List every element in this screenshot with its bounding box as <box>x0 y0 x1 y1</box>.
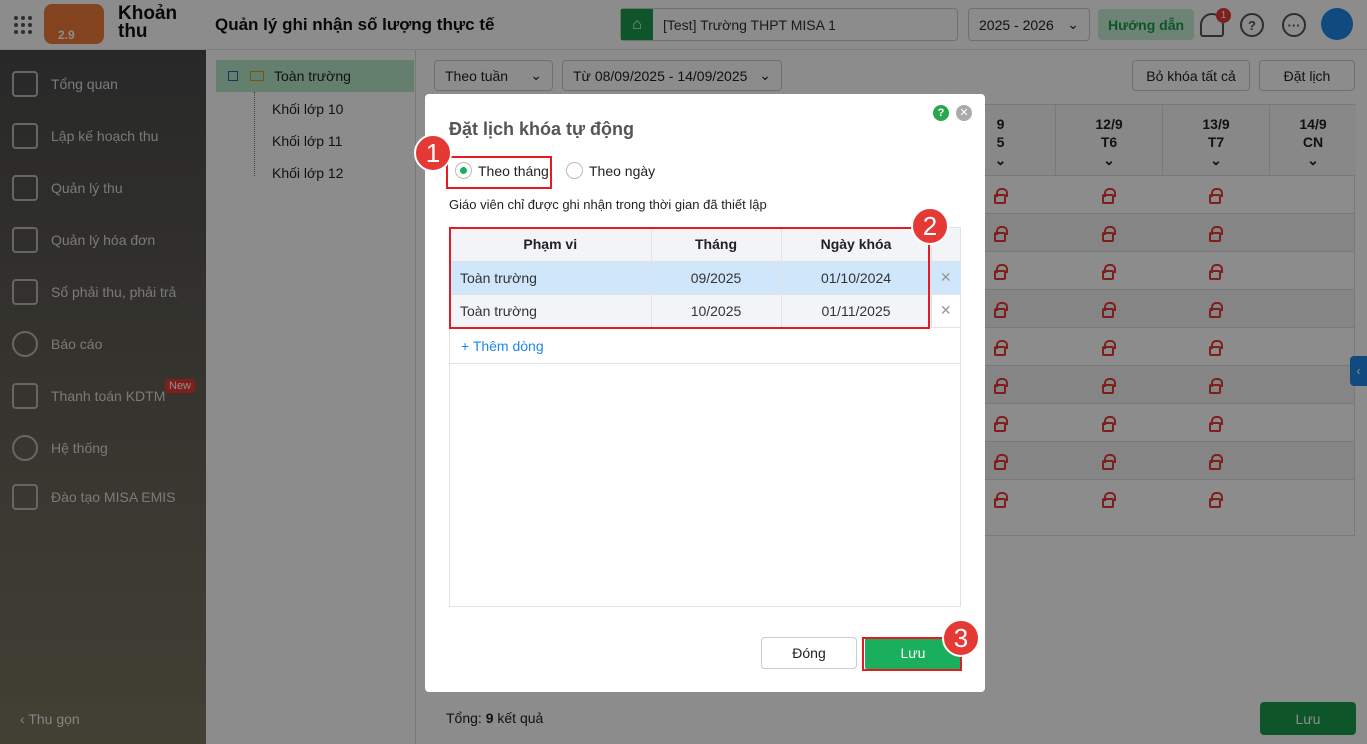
delete-row-icon[interactable]: ✕ <box>931 261 960 295</box>
step-marker-1: 1 <box>414 134 452 172</box>
help-icon[interactable]: ? <box>933 105 949 121</box>
radio-by-day[interactable]: Theo ngày <box>566 162 655 179</box>
step-marker-3: 3 <box>942 619 980 657</box>
step-marker-2: 2 <box>911 207 949 245</box>
highlight-box-1 <box>446 156 552 189</box>
add-row-link[interactable]: + Thêm dòng <box>461 338 544 354</box>
radio-label: Theo ngày <box>589 162 656 179</box>
radio-unchecked-icon <box>566 162 583 179</box>
close-icon[interactable]: ✕ <box>956 105 972 121</box>
close-button[interactable]: Đóng <box>761 637 857 669</box>
dialog-title: Đặt lịch khóa tự động <box>449 119 635 139</box>
divider <box>450 363 960 364</box>
delete-row-icon[interactable]: ✕ <box>931 294 960 328</box>
highlight-box-2 <box>449 227 930 329</box>
hint-text: Giáo viên chỉ được ghi nhận trong thời g… <box>449 197 767 212</box>
